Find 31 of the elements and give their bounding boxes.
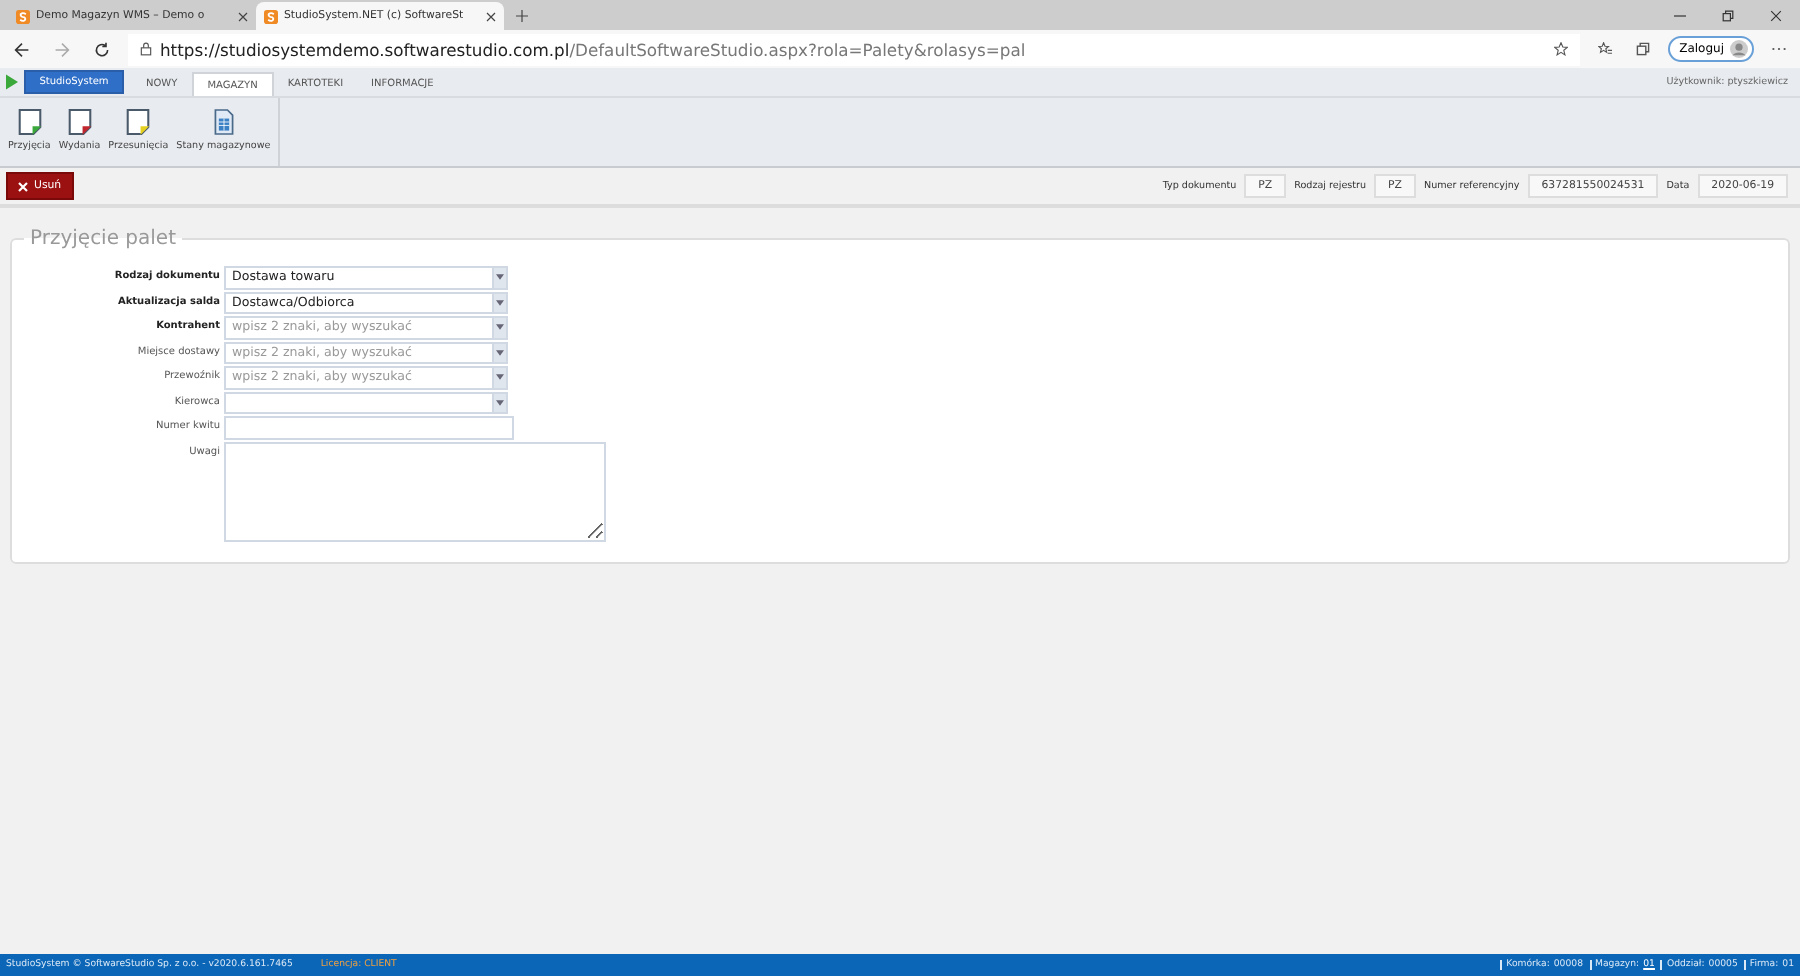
avatar-icon — [1730, 40, 1748, 58]
new-tab-icon[interactable] — [516, 9, 528, 21]
reload-icon[interactable] — [94, 41, 110, 57]
lock-icon — [140, 42, 152, 56]
collections-icon[interactable] — [1635, 42, 1650, 56]
document-icon — [17, 108, 42, 136]
favorites-icon[interactable] — [1597, 42, 1612, 56]
caret-icon[interactable] — [496, 299, 504, 306]
caret-icon[interactable] — [496, 399, 504, 406]
star-icon[interactable] — [1553, 42, 1568, 56]
minimize-icon[interactable] — [1674, 9, 1686, 21]
restore-icon[interactable] — [1722, 9, 1734, 21]
form-title: Przyjęcie palet — [28, 228, 178, 250]
back-icon[interactable] — [14, 41, 30, 57]
spreadsheet-icon — [211, 108, 236, 136]
document-icon — [67, 108, 92, 136]
caret-icon[interactable] — [496, 324, 504, 331]
caret-icon[interactable] — [496, 374, 504, 381]
play-icon[interactable] — [6, 74, 18, 90]
s-logo-icon — [264, 9, 278, 23]
document-icon — [126, 108, 151, 136]
caret-icon[interactable] — [496, 274, 504, 281]
s-logo-icon — [16, 9, 30, 23]
input-field[interactable] — [224, 416, 514, 440]
close-icon[interactable] — [238, 11, 248, 21]
address-field[interactable]: https://studiosystemdemo.softwarestudio.com.pl/DefaultSoftwareStudio.aspx?rola=Palety&rolasys=pal — [128, 33, 1580, 65]
close-icon — [18, 181, 28, 191]
close-icon[interactable] — [1770, 9, 1782, 21]
dropdown-field[interactable] — [224, 391, 492, 414]
caret-icon[interactable] — [496, 349, 504, 356]
close-icon[interactable] — [486, 11, 496, 21]
